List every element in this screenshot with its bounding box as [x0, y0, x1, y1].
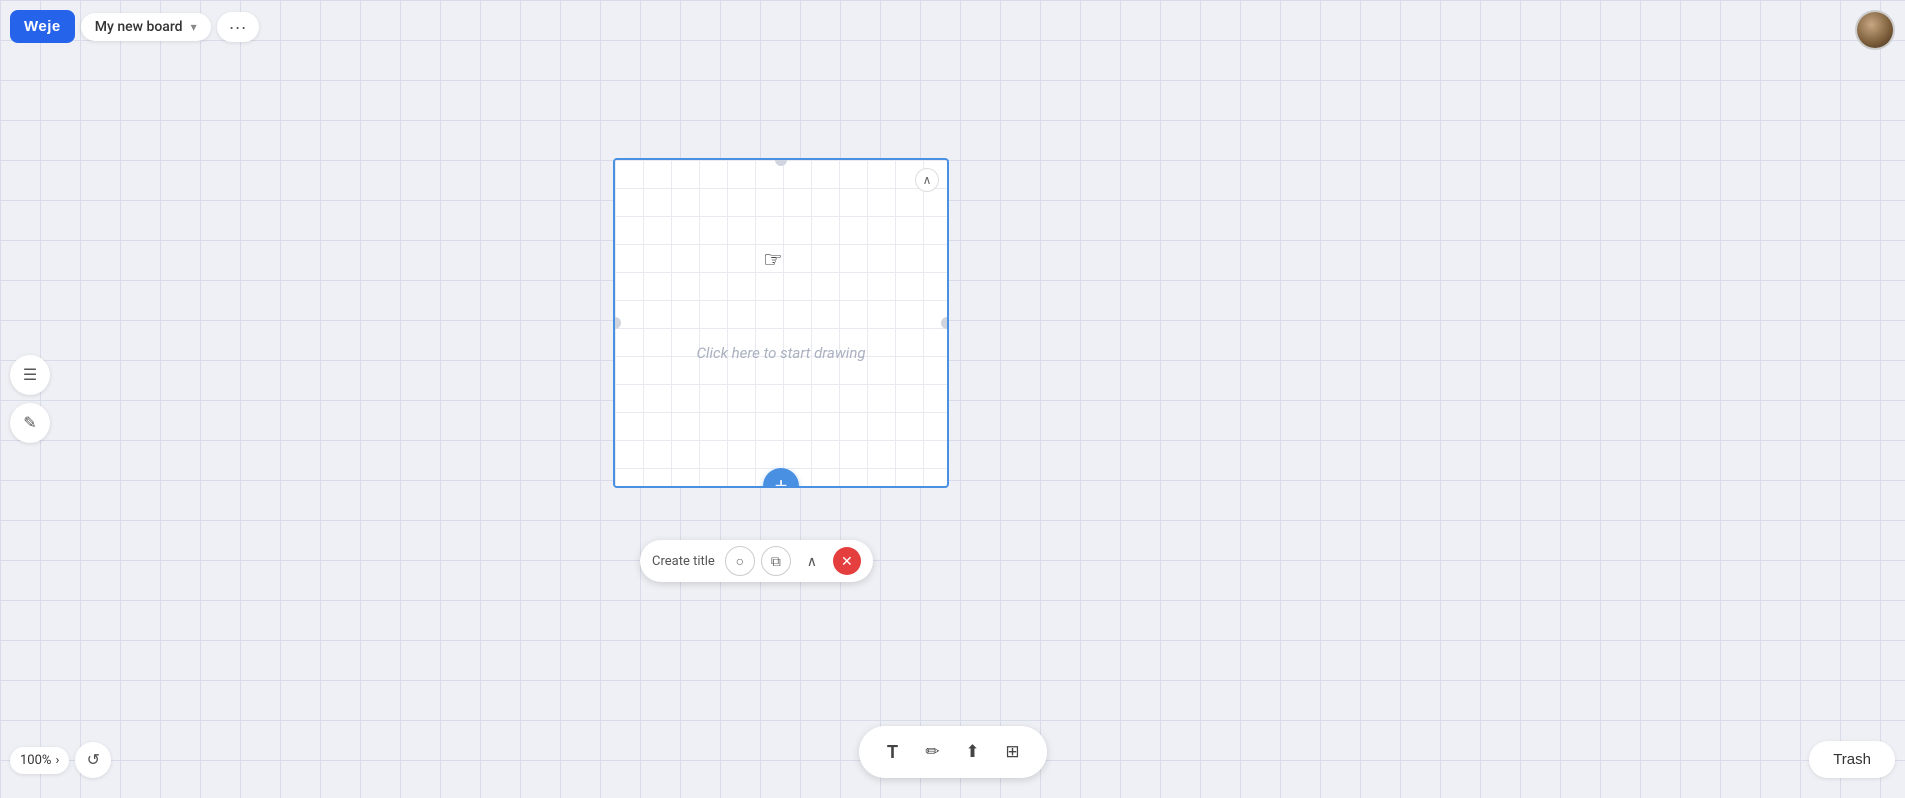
- left-toolbar: ☰ ✎: [10, 355, 50, 443]
- zoom-display[interactable]: 100% ›: [10, 747, 69, 774]
- layout-button[interactable]: ⊞: [995, 734, 1031, 770]
- avatar-image: [1857, 12, 1893, 48]
- board-name-text: My new board: [95, 19, 183, 35]
- canvas-card-grid: [615, 160, 947, 486]
- resize-handle-right[interactable]: [941, 317, 949, 329]
- upload-button[interactable]: ⬆: [955, 734, 991, 770]
- trash-label: Trash: [1833, 751, 1871, 768]
- close-icon: ✕: [841, 553, 853, 570]
- up-icon: ∧: [807, 553, 817, 570]
- pen-icon: ✎: [23, 413, 36, 433]
- menu-icon: ☰: [23, 365, 37, 385]
- menu-button[interactable]: ☰: [10, 355, 50, 395]
- close-node-button[interactable]: ✕: [833, 547, 861, 575]
- canvas-card[interactable]: ∧ ☞ Click here to start drawing +: [613, 158, 949, 488]
- copy-button[interactable]: ⧉: [761, 546, 791, 576]
- layout-icon: ⊞: [1005, 742, 1019, 762]
- undo-icon: ↺: [87, 750, 100, 770]
- zoom-control: 100% › ↺: [10, 742, 111, 778]
- collapse-icon: ∧: [923, 173, 932, 187]
- zoom-expand-icon: ›: [55, 753, 59, 768]
- node-toolbar: Create title ○ ⧉ ∧ ✕: [640, 540, 873, 582]
- collapse-button[interactable]: ∧: [915, 168, 939, 192]
- logo-button[interactable]: Weje: [10, 10, 75, 43]
- trash-button[interactable]: Trash: [1809, 741, 1895, 778]
- pencil-icon: ✏: [925, 742, 939, 762]
- chevron-down-icon: ▾: [191, 20, 197, 34]
- board-name-container[interactable]: My new board ▾: [81, 13, 211, 41]
- text-tool-button[interactable]: T: [875, 734, 911, 770]
- circle-style-button[interactable]: ○: [725, 546, 755, 576]
- more-options-button[interactable]: ···: [217, 12, 259, 42]
- move-up-button[interactable]: ∧: [797, 546, 827, 576]
- upload-icon: ⬆: [965, 742, 979, 762]
- draw-tool-button[interactable]: ✏: [915, 734, 951, 770]
- undo-button[interactable]: ↺: [75, 742, 111, 778]
- topbar: Weje My new board ▾ ···: [10, 10, 259, 43]
- text-icon: T: [887, 742, 898, 763]
- zoom-level: 100%: [20, 753, 51, 768]
- circle-icon: ○: [736, 553, 744, 569]
- copy-icon: ⧉: [771, 553, 781, 570]
- pen-tool-button[interactable]: ✎: [10, 403, 50, 443]
- bottom-toolbar: T ✏ ⬆ ⊞: [859, 726, 1047, 778]
- create-title-label: Create title: [652, 554, 715, 569]
- canvas-background: [0, 0, 1905, 798]
- avatar[interactable]: [1855, 10, 1895, 50]
